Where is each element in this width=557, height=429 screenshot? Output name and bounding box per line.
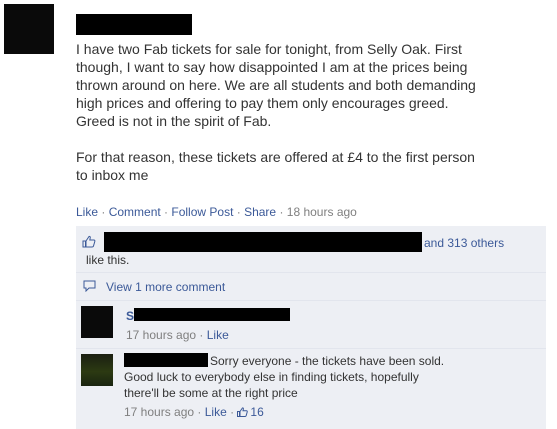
follow-post-link[interactable]: Follow Post <box>171 205 233 219</box>
likers-names-redacted[interactable] <box>104 232 422 252</box>
post-text-line: high prices and offering to pay them onl… <box>76 95 449 111</box>
commenter-name-redacted[interactable] <box>134 308 290 321</box>
likes-suffix: like this. <box>86 253 130 267</box>
comment-like-link[interactable]: Like <box>205 405 227 419</box>
comment-likes-count[interactable]: 16 <box>250 405 263 419</box>
divider <box>76 300 546 301</box>
view-more-comments-link[interactable]: View 1 more comment <box>106 279 225 295</box>
separator: · <box>194 405 205 419</box>
comment-text-line: Sorry everyone - the tickets have been s… <box>124 353 544 369</box>
separator: · <box>276 205 287 219</box>
thumbs-up-icon <box>82 235 96 248</box>
comment-like-link[interactable]: Like <box>207 328 229 342</box>
comment-text: Sorry everyone - the tickets have been s… <box>124 353 544 401</box>
post-author-name-redacted[interactable] <box>76 14 192 35</box>
feedback-panel: and 313 others like this. View 1 more co… <box>76 226 546 429</box>
post-author-avatar[interactable] <box>4 4 54 54</box>
comment-text-line: there'll be some at the right price <box>124 386 298 400</box>
comment-link[interactable]: Comment <box>109 205 161 219</box>
commenter-avatar[interactable] <box>81 354 113 386</box>
post-text-line: Greed is not in the spirit of Fab. <box>76 113 272 129</box>
comment-timestamp[interactable]: 17 hours ago <box>126 328 196 342</box>
commenter-avatar[interactable] <box>81 306 113 338</box>
share-link[interactable]: Share <box>244 205 276 219</box>
separator: · <box>160 205 172 219</box>
comment-bubble-icon <box>83 280 96 292</box>
post-text-line: I have two Fab tickets for sale for toni… <box>76 41 462 57</box>
divider <box>76 348 546 349</box>
likes-others-link[interactable]: and 313 others <box>424 235 504 251</box>
post-text-line: thrown around on here. We are all studen… <box>76 77 476 93</box>
comment-text-line: Good luck to everybody else in finding t… <box>124 370 419 384</box>
separator: · <box>226 405 238 419</box>
comment-timestamp[interactable]: 17 hours ago <box>124 405 194 419</box>
like-link[interactable]: Like <box>76 205 98 219</box>
separator: · <box>98 205 109 219</box>
post-body: I have two Fab tickets for sale for toni… <box>76 40 554 184</box>
comment-text-first: Sorry everyone - the tickets have been s… <box>210 354 445 368</box>
comment-meta: 17 hours ago · Like · 16 <box>124 404 264 420</box>
post-timestamp[interactable]: 18 hours ago <box>287 205 357 219</box>
commenter-name-initial[interactable]: S <box>126 308 134 324</box>
divider <box>76 272 546 273</box>
post-text-line: to inbox me <box>76 167 149 183</box>
comment-meta: 17 hours ago · Like <box>126 327 229 343</box>
post-text-line: For that reason, these tickets are offer… <box>76 149 475 165</box>
post-text-line: though, I want to say how disappointed I… <box>76 59 468 75</box>
small-thumbs-up-icon[interactable] <box>237 407 249 417</box>
separator: · <box>233 205 245 219</box>
separator: · <box>196 328 207 342</box>
post-actions: Like · Comment · Follow Post · Share · 1… <box>76 205 357 219</box>
